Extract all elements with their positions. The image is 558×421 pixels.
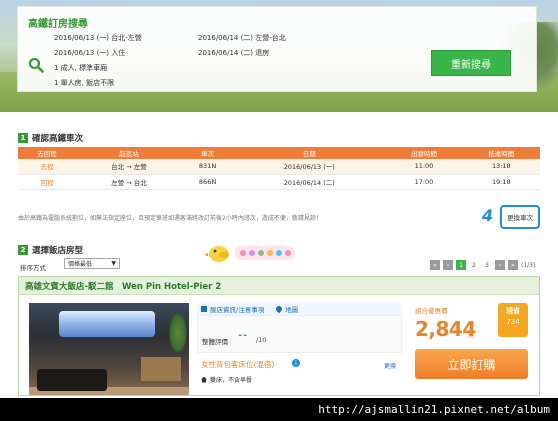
- savings-label: 現省: [506, 307, 520, 315]
- hero-banner: 高鐵訂房搜尋 2016/06/13 (一) 台北-左營 2016/06/14 (…: [0, 0, 558, 112]
- search-summary-panel: 高鐵訂房搜尋 2016/06/13 (一) 台北-左營 2016/06/14 (…: [17, 6, 537, 92]
- search-icon: [28, 57, 44, 73]
- room-info: 1 單人房, 飯店不限: [54, 79, 115, 87]
- hotel-card: 高雄文賓大飯店-駁二館 Wen Pin Hotel-Pier 2 飯店資訊/注意…: [18, 276, 540, 396]
- col-train-no: 車次: [181, 147, 234, 159]
- mascot-bird-icon: [205, 246, 295, 262]
- train-table: 去回程 起迄站 車次 日期 出發時間 抵達時間 去程 台北 → 左營 831N …: [18, 147, 540, 190]
- map-link[interactable]: 地圖: [285, 304, 298, 314]
- cell-depart: 17:00: [385, 174, 463, 190]
- sort-label: 排序方式: [20, 264, 46, 272]
- page-2-button[interactable]: 2: [469, 260, 479, 270]
- col-depart: 出發時間: [385, 147, 463, 159]
- room-info-icon[interactable]: i: [292, 359, 300, 367]
- next-page-button[interactable]: ›: [495, 260, 505, 270]
- cell-direction: 去程: [18, 159, 76, 175]
- hotel-links: 飯店資訊/注意事項 地圖: [197, 303, 402, 315]
- cell-date: 2016/06/13 (一): [233, 159, 386, 175]
- table-header-row: 去回程 起迄站 車次 日期 出發時間 抵達時間: [18, 147, 540, 159]
- chevron-down-icon: ▼: [111, 260, 116, 267]
- table-row: 去程 台北 → 左營 831N 2016/06/13 (一) 11:00 13:…: [18, 159, 540, 175]
- info-icon: [201, 306, 207, 312]
- research-button[interactable]: 重新搜尋: [431, 50, 511, 76]
- col-arrive: 抵達時間: [462, 147, 540, 159]
- section-title: 確認高鐵車次: [32, 134, 84, 144]
- cell-arrive: 19:18: [462, 174, 540, 190]
- sort-value: 價格最低: [68, 261, 93, 268]
- train-notice: 由於高鐵為電腦系統劃位，如無法指定座位，且預定車班如遇客滿將改訂前後2小時內班次…: [18, 215, 322, 222]
- room-details: 飯店資訊/注意事項 地圖 整體評價 -- /10 女性背包客床位(混宿) i 更…: [197, 303, 402, 395]
- col-stations: 起迄站: [76, 147, 182, 159]
- trip-outbound: 2016/06/13 (一) 台北-左營: [54, 34, 142, 42]
- photo-desk: [141, 357, 181, 381]
- cell-date: 2016/06/14 (二): [233, 174, 386, 190]
- page-count: (1/3): [521, 261, 536, 269]
- annotation-badge: 4: [482, 206, 494, 225]
- photo-skylight: [59, 311, 155, 337]
- room-option: 雙床，不含早餐: [201, 375, 252, 384]
- passenger-info: 1 成人, 標準車廂: [54, 64, 108, 72]
- watermark-url: http://ajsmallin21.pixnet.net/album: [0, 398, 558, 421]
- rating-max: /10: [256, 336, 267, 344]
- book-now-button[interactable]: 立即訂購: [415, 349, 528, 379]
- house-icon: [201, 376, 207, 383]
- col-direction: 去回程: [18, 147, 76, 159]
- room-type-name[interactable]: 女性背包客床位(混宿): [201, 359, 274, 370]
- change-room-link[interactable]: 更換: [384, 361, 396, 370]
- photo-plant: [169, 313, 187, 353]
- rating-label: 整體評價: [202, 338, 228, 346]
- section-select-room: 2 選擇飯店房型: [18, 244, 83, 256]
- rating-box: 整體評價 -- /10: [197, 315, 402, 353]
- cell-direction: 回程: [18, 174, 76, 190]
- photo-sofa: [37, 369, 107, 391]
- price-unit: 元: [467, 331, 474, 339]
- cell-depart: 11:00: [385, 159, 463, 175]
- price-label: 組合優惠價: [415, 307, 448, 315]
- check-in-date: 2016/06/13 (一) 入住: [54, 49, 126, 57]
- page-3-button[interactable]: 3: [482, 260, 492, 270]
- page-1-button[interactable]: 1: [456, 260, 466, 270]
- col-date: 日期: [233, 147, 386, 159]
- savings-tag: 現省 734: [498, 303, 528, 337]
- cell-train-no: 831N: [181, 159, 234, 175]
- rating-value: --: [238, 330, 249, 341]
- cell-arrive: 13:18: [462, 159, 540, 175]
- hotel-info-link[interactable]: 飯店資訊/注意事項: [210, 304, 264, 314]
- trip-return: 2016/06/14 (二) 左營-台北: [198, 34, 286, 42]
- cell-stations: 左營 → 台北: [76, 174, 182, 190]
- table-row: 回程 左營 → 台北 866N 2016/06/14 (二) 17:00 19:…: [18, 174, 540, 190]
- price-panel: 組合優惠價 2,844 元 現省 734 立即訂購: [413, 301, 533, 395]
- hotel-photo[interactable]: [29, 303, 189, 395]
- savings-amount: 734: [506, 318, 520, 326]
- change-train-button[interactable]: 更換車次: [500, 205, 540, 229]
- check-out-date: 2016/06/14 (二) 退房: [198, 49, 270, 57]
- step-number: 2: [18, 245, 28, 255]
- map-pin-icon: [274, 304, 284, 314]
- hotel-name[interactable]: 高雄文賓大飯店-駁二館 Wen Pin Hotel-Pier 2: [19, 277, 539, 295]
- prev-page-button[interactable]: ‹: [443, 260, 453, 270]
- step-number: 1: [18, 133, 28, 143]
- last-page-button[interactable]: »: [508, 260, 518, 270]
- section-title: 選擇飯店房型: [32, 246, 84, 256]
- search-title: 高鐵訂房搜尋: [28, 19, 88, 30]
- section-confirm-train: 1 確認高鐵車次: [18, 132, 83, 144]
- pagination: « ‹ 1 2 3 › » (1/3): [430, 260, 535, 270]
- room-option-text: 雙床，不含早餐: [210, 377, 253, 384]
- sort-dropdown[interactable]: 價格最低 ▼: [64, 258, 120, 269]
- cell-stations: 台北 → 左營: [76, 159, 182, 175]
- cell-train-no: 866N: [181, 174, 234, 190]
- first-page-button[interactable]: «: [430, 260, 440, 270]
